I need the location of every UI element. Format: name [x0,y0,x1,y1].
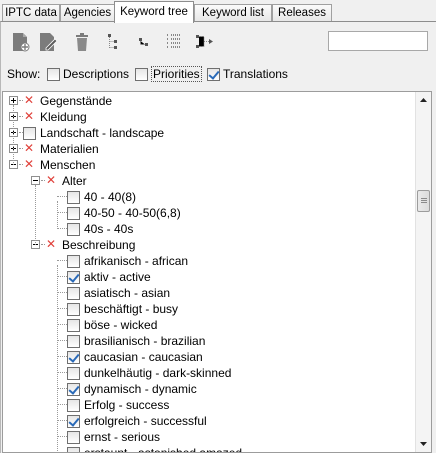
tree-row[interactable]: 40 - 40(8) [3,189,415,205]
tab-releases[interactable]: Releases [272,4,332,22]
tree-row[interactable]: 40-50 - 40-50(6,8) [3,205,415,221]
tree-row[interactable]: Erfolg - success [3,397,415,413]
keyword-checkbox[interactable] [67,271,80,284]
unselectable-x-icon: ✕ [23,157,35,171]
keyword-label[interactable]: 40-50 - 40-50(6,8) [84,206,181,220]
tree-row[interactable]: ernst - serious [3,429,415,445]
keyword-checkbox[interactable] [67,255,80,268]
tree-row[interactable]: Landschaft - landscape [3,125,415,141]
keyword-label[interactable]: ernst - serious [84,430,160,444]
keyword-checkbox[interactable] [67,399,80,412]
keyword-label[interactable]: caucasian - caucasian [84,350,203,364]
delete-icon[interactable] [71,31,93,53]
new-keyword-icon[interactable] [10,31,32,53]
tree-structure-icon[interactable] [103,31,125,53]
tab-iptc-data[interactable]: IPTC data [2,4,60,22]
tree-row[interactable]: ✕ Kleidung [3,109,415,125]
search-input[interactable] [328,31,428,51]
descriptions-label[interactable]: Descriptions [63,67,129,81]
expand-icon[interactable] [9,96,18,105]
tree-row[interactable]: brasilianisch - brazilian [3,333,415,349]
keyword-label[interactable]: asiatisch - asian [84,286,170,300]
keyword-checkbox[interactable] [67,415,80,428]
keyword-tree[interactable]: ✕ Gegenstände ✕ Kleidung Landschaft - landsc… [2,91,432,453]
keyword-checkbox[interactable] [67,207,80,220]
tree-row[interactable]: ✕ Beschreibung [3,237,415,253]
show-label: Show: [7,67,41,81]
priorities-label[interactable]: Priorities [151,66,202,82]
keyword-label[interactable]: Landschaft - landscape [40,126,164,140]
tree-row[interactable]: 40s - 40s [3,221,415,237]
keyword-label[interactable]: dunkelhäutig - dark-skinned [84,366,231,380]
keyword-label[interactable]: Gegenstände [40,94,112,108]
tree-row[interactable]: dynamisch - dynamic [3,381,415,397]
flow-arrow-icon[interactable] [194,31,216,53]
keyword-checkbox[interactable] [67,223,80,236]
keyword-label[interactable]: beschäftigt - busy [84,302,178,316]
scrollbar-thumb[interactable] [417,190,430,212]
keyword-checkbox[interactable] [67,191,80,204]
keyword-label[interactable]: Menschen [40,158,95,172]
keyword-label[interactable]: dynamisch - dynamic [84,382,197,396]
tab-bar: IPTC data Agencies Keyword tree Keyword … [0,0,436,23]
tree-row[interactable]: ✕ Menschen [3,157,415,173]
tab-keyword-tree[interactable]: Keyword tree [114,1,194,23]
tree-row[interactable]: ✕ Materialien [3,141,415,157]
tree-row[interactable]: ✕ Alter [3,173,415,189]
unselectable-x-icon: ✕ [23,93,35,107]
keyword-label[interactable]: 40s - 40s [84,222,133,236]
tree-row[interactable]: böse - wicked [3,317,415,333]
keyword-checkbox[interactable] [67,367,80,380]
unselectable-x-icon: ✕ [23,109,35,123]
collapse-icon[interactable] [31,176,40,185]
keyword-checkbox[interactable] [67,431,80,444]
keyword-label[interactable]: erstaunt - astonished amazed [84,446,242,452]
tree-row[interactable]: ✕ Gegenstände [3,93,415,109]
tree-row[interactable]: asiatisch - asian [3,285,415,301]
keyword-label[interactable]: Kleidung [40,110,87,124]
translations-checkbox[interactable] [207,68,220,81]
tree-row[interactable]: beschäftigt - busy [3,301,415,317]
descriptions-checkbox[interactable] [47,68,60,81]
tree-row[interactable]: erstaunt - astonished amazed [3,445,415,452]
unselectable-x-icon: ✕ [45,173,57,187]
priorities-checkbox[interactable] [135,68,148,81]
keyword-checkbox[interactable] [23,127,36,140]
keyword-label[interactable]: brasilianisch - brazilian [84,334,205,348]
keyword-label[interactable]: afrikanisch - african [84,254,188,268]
tree-row[interactable]: erfolgreich - successful [3,413,415,429]
keyword-label[interactable]: Beschreibung [62,238,135,252]
vertical-scrollbar[interactable] [415,92,431,452]
keyword-label[interactable]: Materialien [40,142,99,156]
show-options-row: Show: Descriptions Priorities Translatio… [0,66,436,84]
keyword-checkbox[interactable] [67,319,80,332]
keyword-checkbox[interactable] [67,351,80,364]
keyword-label[interactable]: Alter [62,174,87,188]
keyword-checkbox[interactable] [67,287,80,300]
keyword-checkbox[interactable] [67,447,80,452]
tree-row[interactable]: afrikanisch - african [3,253,415,269]
keyword-label[interactable]: 40 - 40(8) [84,190,136,204]
keyword-label[interactable]: böse - wicked [84,318,157,332]
keyword-checkbox[interactable] [67,383,80,396]
list-dots-icon[interactable] [163,31,185,53]
translations-label[interactable]: Translations [223,67,288,81]
edit-keyword-icon[interactable] [37,31,59,53]
tab-keyword-list[interactable]: Keyword list [194,4,272,22]
tree-row[interactable]: dunkelhäutig - dark-skinned [3,365,415,381]
tree-row[interactable]: caucasian - caucasian [3,349,415,365]
scroll-down-button[interactable] [416,436,431,452]
scroll-up-button[interactable] [416,92,431,108]
keyword-label[interactable]: erfolgreich - successful [84,414,207,428]
unselectable-x-icon: ✕ [23,141,35,155]
keyword-label[interactable]: Erfolg - success [84,398,169,412]
tree-small-icon[interactable] [134,31,156,53]
keyword-label[interactable]: aktiv - active [84,270,151,284]
tree-row[interactable]: aktiv - active [3,269,415,285]
tab-agencies[interactable]: Agencies [60,4,115,22]
unselectable-x-icon: ✕ [45,237,57,251]
keyword-checkbox[interactable] [67,303,80,316]
keyword-checkbox[interactable] [67,335,80,348]
